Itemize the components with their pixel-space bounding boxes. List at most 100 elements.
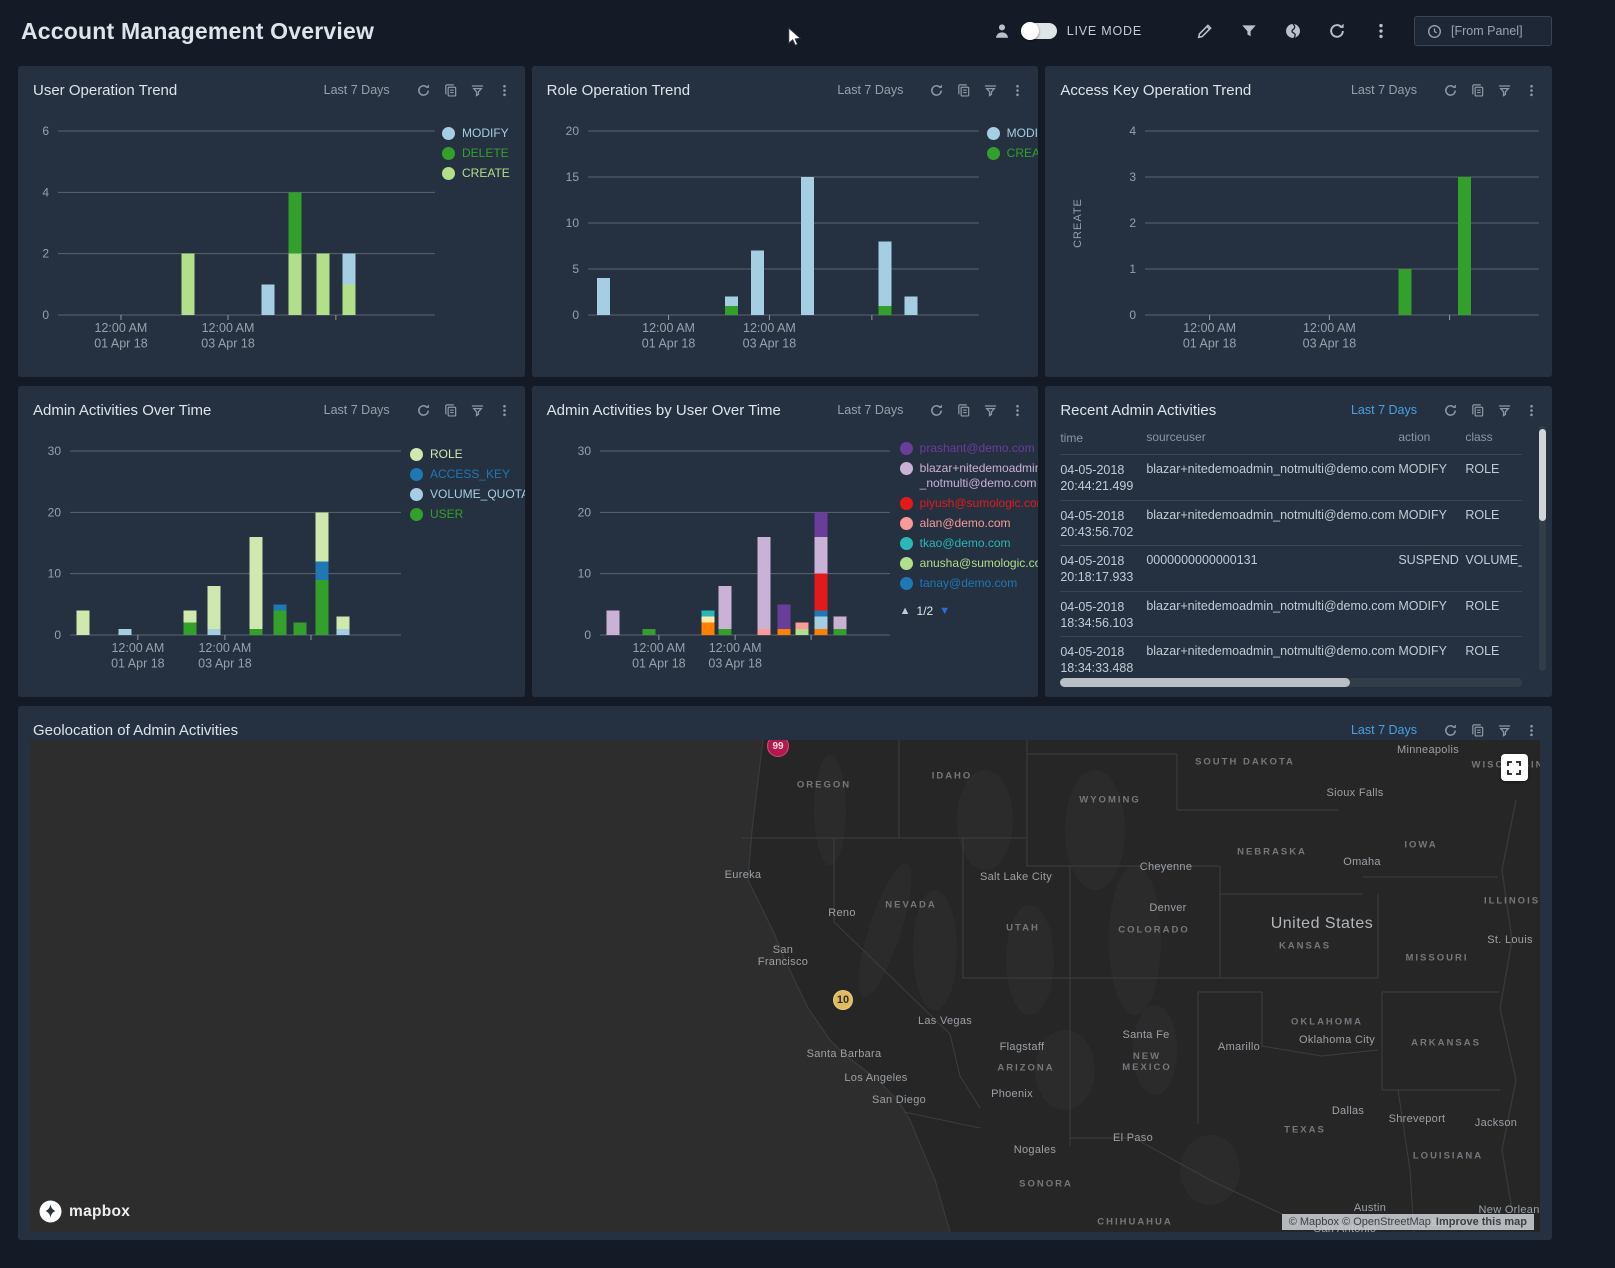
cell-sourceuser: 0000000000000131 <box>1146 553 1398 567</box>
panel-time-range[interactable]: Last 7 Days <box>324 83 390 97</box>
filter-icon[interactable] <box>1240 22 1258 40</box>
table-row[interactable]: 04-05-201820:43:56.702blazar+nitedemoadm… <box>1060 501 1522 547</box>
panel-time-range[interactable]: Last 7 Days <box>837 83 903 97</box>
legend-page-up[interactable]: ▲ <box>900 605 911 617</box>
map-cluster-marker[interactable]: 10 <box>833 990 853 1010</box>
svg-text:12:00 AM: 12:00 AM <box>202 321 255 335</box>
filter-icon[interactable] <box>470 403 485 418</box>
live-mode-toggle[interactable] <box>1021 23 1057 39</box>
svg-text:03 Apr 18: 03 Apr 18 <box>198 657 252 671</box>
copy-icon[interactable] <box>1470 723 1485 738</box>
copy-icon[interactable] <box>443 83 458 98</box>
legend-item[interactable]: CREATE <box>442 166 510 181</box>
filter-icon[interactable] <box>470 83 485 98</box>
svg-text:20: 20 <box>48 505 62 519</box>
refresh-icon[interactable] <box>416 403 431 418</box>
time-range-selector[interactable]: [From Panel] <box>1414 16 1552 46</box>
legend-label: ACCESS_KEY <box>430 467 510 482</box>
refresh-icon[interactable] <box>1443 403 1458 418</box>
svg-text:12:00 AM: 12:00 AM <box>632 641 685 655</box>
refresh-icon[interactable] <box>416 83 431 98</box>
copy-icon[interactable] <box>1470 403 1485 418</box>
legend-item[interactable]: DELETE <box>442 146 510 161</box>
copy-icon[interactable] <box>443 403 458 418</box>
map-canvas[interactable]: OREGONIDAHOWYOMINGSOUTH DAKOTAWISCONSINN… <box>30 740 1540 1232</box>
legend-item[interactable]: prashant@demo.com <box>900 441 1039 456</box>
panel-time-range[interactable]: Last 7 Days <box>837 403 903 417</box>
svg-text:5: 5 <box>572 262 579 276</box>
panel-time-range[interactable]: Last 7 Days <box>324 403 390 417</box>
refresh-icon[interactable] <box>929 83 944 98</box>
fullscreen-button[interactable] <box>1501 754 1528 781</box>
svg-text:12:00 AM: 12:00 AM <box>743 321 796 335</box>
vertical-scrollbar-thumb[interactable] <box>1539 429 1546 521</box>
horizontal-scrollbar-thumb[interactable] <box>1060 678 1350 687</box>
legend-dot <box>900 442 913 455</box>
improve-map-link[interactable]: Improve this map <box>1436 1216 1527 1228</box>
legend-item[interactable]: ROLE <box>410 447 525 462</box>
legend-item[interactable]: blazar+nitedemoadmin_notmulti@demo.com <box>900 461 1039 491</box>
legend-item[interactable]: ACCESS_KEY <box>410 467 525 482</box>
kebab-menu-icon[interactable] <box>1372 22 1390 40</box>
table-row[interactable]: 04-05-201820:44:21.499blazar+nitedemoadm… <box>1060 455 1522 501</box>
svg-text:2: 2 <box>1130 216 1137 230</box>
legend-item[interactable]: anusha@sumologic.com <box>900 556 1039 571</box>
svg-text:1: 1 <box>1130 262 1137 276</box>
svg-text:01 Apr 18: 01 Apr 18 <box>111 657 165 671</box>
horizontal-scrollbar[interactable] <box>1060 678 1522 687</box>
mapbox-logo[interactable]: mapbox <box>39 1200 130 1223</box>
kebab-menu-icon[interactable] <box>1524 403 1539 418</box>
kebab-menu-icon[interactable] <box>1524 83 1539 98</box>
table-row[interactable]: 04-05-201818:34:33.488blazar+nitedemoadm… <box>1060 637 1522 673</box>
copy-icon[interactable] <box>1470 83 1485 98</box>
column-header-time[interactable]: time <box>1060 430 1146 446</box>
legend-item[interactable]: piyush@sumologic.com <box>900 496 1039 511</box>
vertical-scrollbar[interactable] <box>1539 426 1546 671</box>
legend-item[interactable]: tanay@demo.com <box>900 576 1039 591</box>
kebab-menu-icon[interactable] <box>497 83 512 98</box>
copy-icon[interactable] <box>956 403 971 418</box>
legend-item[interactable]: tkao@demo.com <box>900 536 1039 551</box>
panel-controls: Last 7 Days <box>1351 403 1539 418</box>
legend-label: alan@demo.com <box>920 516 1011 531</box>
legend-label: piyush@sumologic.com <box>920 496 1039 511</box>
legend-item[interactable]: MODIFY <box>987 126 1039 141</box>
panel-time-range[interactable]: Last 7 Days <box>1351 723 1417 737</box>
globe-icon[interactable] <box>1284 22 1302 40</box>
filter-icon[interactable] <box>983 403 998 418</box>
column-header-class[interactable]: class <box>1465 430 1522 446</box>
edit-icon[interactable] <box>1196 22 1214 40</box>
legend-item[interactable]: MODIFY <box>442 126 510 141</box>
legend-item[interactable]: alan@demo.com <box>900 516 1039 531</box>
panel-controls: Last 7 Days <box>324 83 512 98</box>
filter-icon[interactable] <box>1497 403 1512 418</box>
legend-page-down[interactable]: ▼ <box>939 605 950 617</box>
refresh-icon[interactable] <box>929 403 944 418</box>
table-row[interactable]: 04-05-201820:18:17.9330000000000000131SU… <box>1060 546 1522 592</box>
svg-text:12:00 AM: 12:00 AM <box>1184 321 1237 335</box>
toggle-knob[interactable] <box>1021 22 1039 40</box>
legend-item[interactable]: CREATE <box>987 146 1039 161</box>
filter-icon[interactable] <box>983 83 998 98</box>
filter-icon[interactable] <box>1497 83 1512 98</box>
kebab-menu-icon[interactable] <box>1010 403 1025 418</box>
refresh-icon[interactable] <box>1328 22 1346 40</box>
legend-item[interactable]: VOLUME_QUOTA <box>410 487 525 502</box>
table-row[interactable]: 04-05-201818:34:56.103blazar+nitedemoadm… <box>1060 592 1522 638</box>
refresh-icon[interactable] <box>1443 723 1458 738</box>
panel-time-range[interactable]: Last 7 Days <box>1351 83 1417 97</box>
table-header: time sourceuser action class <box>1060 430 1522 455</box>
legend-dot <box>410 508 423 521</box>
mapbox-icon <box>39 1200 62 1223</box>
panel-time-range[interactable]: Last 7 Days <box>1351 403 1417 417</box>
refresh-icon[interactable] <box>1443 83 1458 98</box>
kebab-menu-icon[interactable] <box>497 403 512 418</box>
copy-icon[interactable] <box>956 83 971 98</box>
kebab-menu-icon[interactable] <box>1010 83 1025 98</box>
kebab-menu-icon[interactable] <box>1524 723 1539 738</box>
legend-label: tkao@demo.com <box>920 536 1011 551</box>
filter-icon[interactable] <box>1497 723 1512 738</box>
column-header-sourceuser[interactable]: sourceuser <box>1146 430 1398 446</box>
legend-item[interactable]: USER <box>410 507 525 522</box>
column-header-action[interactable]: action <box>1398 430 1465 446</box>
